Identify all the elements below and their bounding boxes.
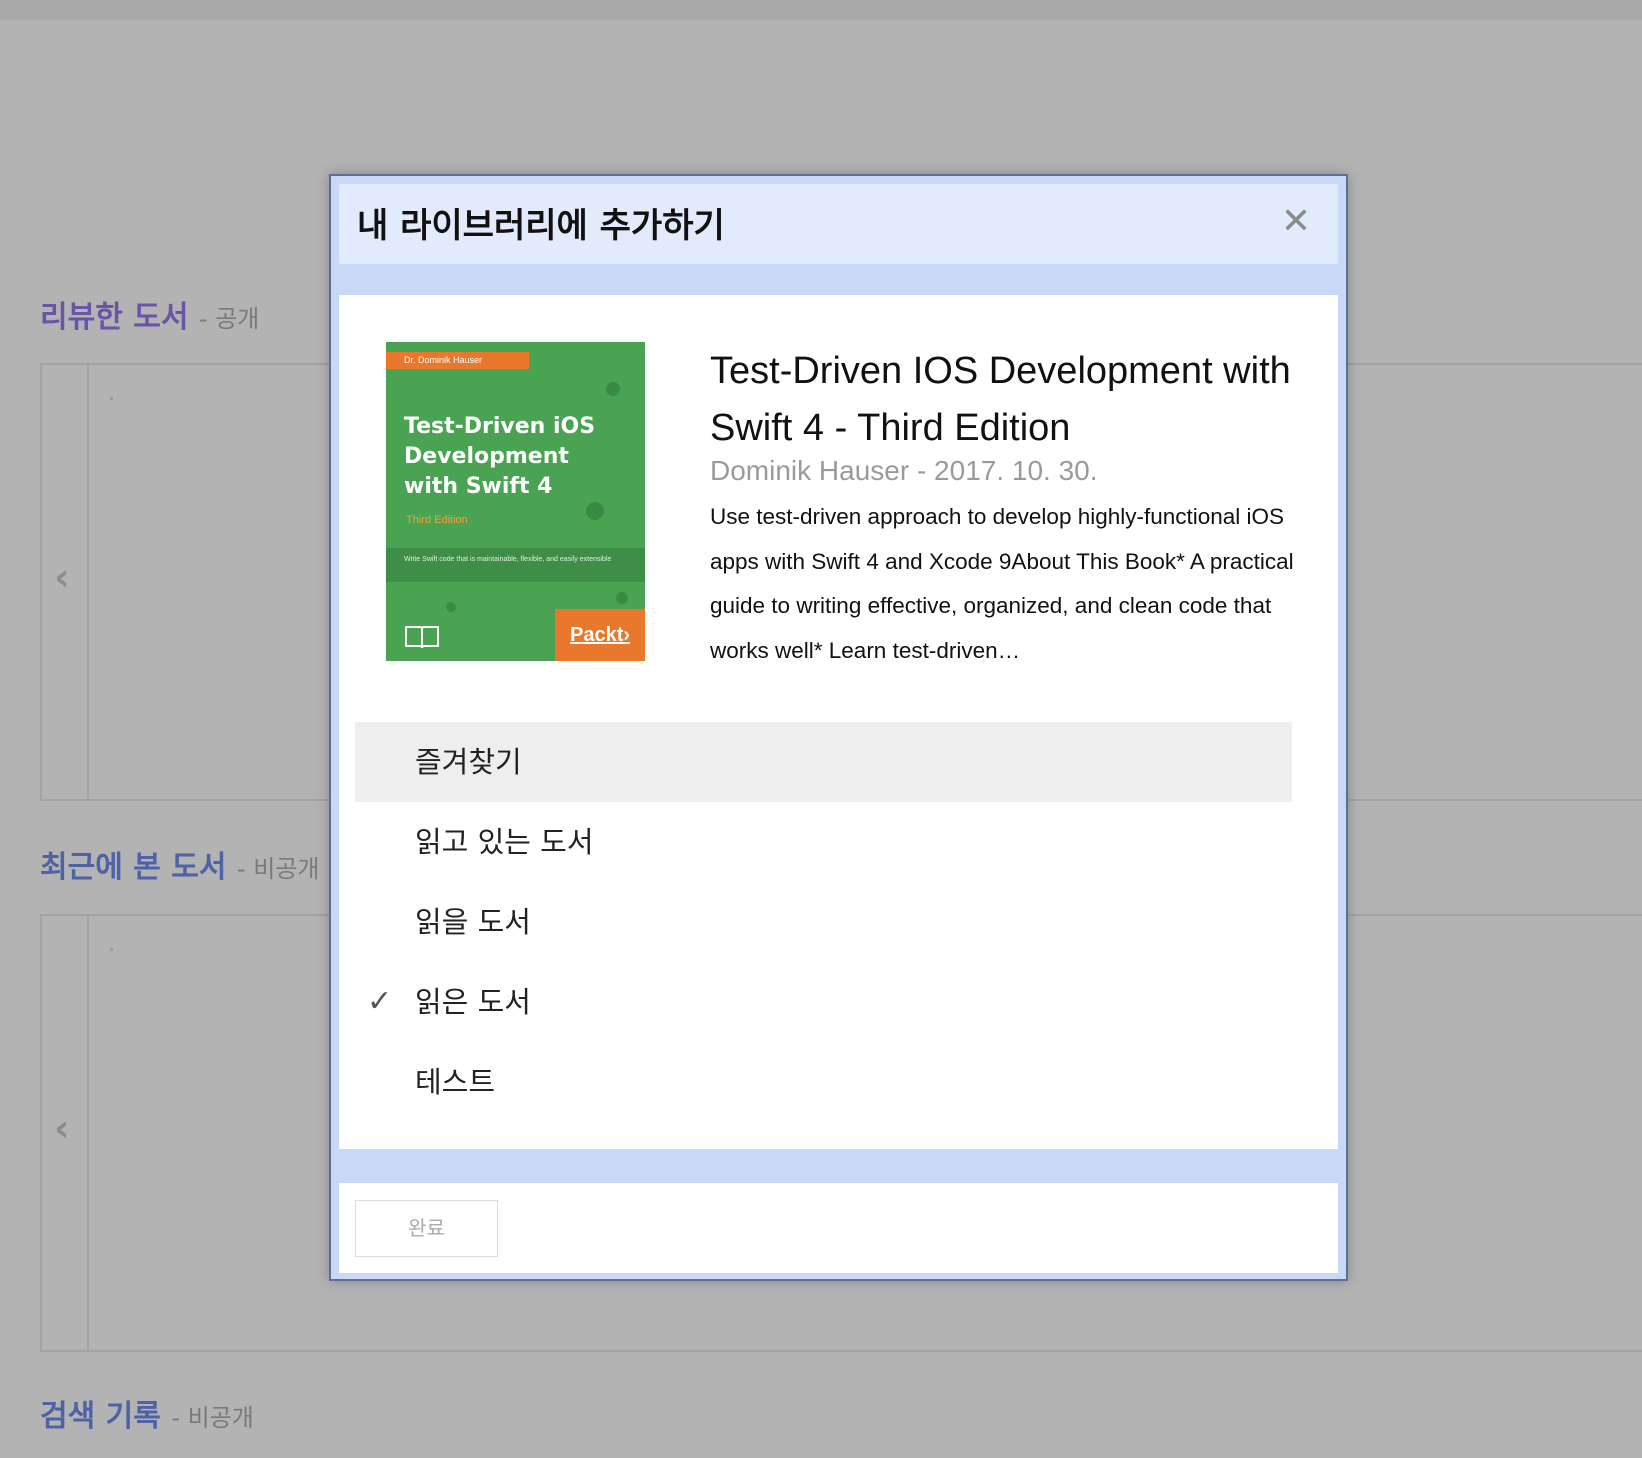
section-title-recent-books: 최근에 본 도서 - 비공개 bbox=[40, 842, 319, 886]
dialog-body: Dr. Dominik Hauser Test-Driven iOS Devel… bbox=[339, 295, 1338, 1149]
shelf-list: 즐겨찾기 읽고 있는 도서 읽을 도서 ✓ 읽은 도서 테스트 bbox=[355, 722, 1292, 1122]
book-cover-image: Dr. Dominik Hauser Test-Driven iOS Devel… bbox=[386, 342, 645, 661]
cover-decoration bbox=[616, 592, 628, 604]
top-bar bbox=[0, 0, 1642, 20]
cover-decoration bbox=[586, 502, 604, 520]
book-title: Test-Driven IOS Development with Swift 4… bbox=[710, 350, 1291, 449]
section-visibility: - 비공개 bbox=[236, 855, 320, 883]
cover-author: Dr. Dominik Hauser bbox=[386, 352, 529, 369]
section-visibility: - 공개 bbox=[198, 305, 260, 333]
chevron-left-icon[interactable]: ‹ bbox=[54, 555, 70, 599]
section-title-text: 리뷰한 도서 bbox=[40, 300, 189, 335]
section-title-reviewed-books: 리뷰한 도서 - 공개 bbox=[40, 292, 259, 336]
done-button[interactable]: 완료 bbox=[355, 1200, 498, 1257]
chevron-left-icon[interactable]: ‹ bbox=[54, 1106, 70, 1150]
section-visibility: - 비공개 bbox=[171, 1404, 254, 1432]
carousel-dot bbox=[110, 948, 113, 951]
shelf-item-label: 읽을 도서 bbox=[415, 905, 531, 939]
cover-decoration bbox=[446, 602, 456, 612]
cover-edition: Third Edition bbox=[406, 514, 468, 526]
carousel-divider bbox=[87, 365, 89, 799]
shelf-item-reading[interactable]: 읽고 있는 도서 bbox=[355, 802, 1292, 882]
cover-decoration bbox=[606, 382, 620, 396]
shelf-item-test[interactable]: 테스트 bbox=[355, 1042, 1292, 1122]
book-meta: Dominik Hauser - 2017. 10. 30. bbox=[710, 455, 1098, 486]
carousel-divider bbox=[87, 916, 89, 1350]
section-title-search-history: 검색 기록 - 비공개 bbox=[40, 1391, 254, 1435]
publisher-logo: Packt› bbox=[555, 609, 645, 661]
shelf-item-label: 읽은 도서 bbox=[415, 985, 531, 1019]
checkmark-icon: ✓ bbox=[367, 984, 393, 1019]
cover-title: Test-Driven iOS Development with Swift 4 bbox=[404, 414, 596, 499]
cover-tagline: Write Swift code that is maintainable, f… bbox=[386, 548, 645, 582]
section-title-text: 최근에 본 도서 bbox=[40, 850, 227, 885]
dialog-header: 내 라이브러리에 추가하기 ✕ bbox=[339, 184, 1338, 264]
dialog-footer: 완료 bbox=[339, 1183, 1338, 1273]
carousel-dot bbox=[110, 397, 113, 400]
dialog-title: 내 라이브러리에 추가하기 bbox=[357, 206, 725, 246]
close-icon[interactable]: ✕ bbox=[1276, 202, 1316, 242]
book-description: Use test-driven approach to develop high… bbox=[710, 504, 1294, 663]
add-to-library-dialog: 내 라이브러리에 추가하기 ✕ Dr. Dominik Hauser Test-… bbox=[329, 174, 1348, 1281]
shelf-item-label: 즐겨찾기 bbox=[415, 745, 522, 779]
open-book-icon bbox=[404, 624, 440, 657]
section-title-text: 검색 기록 bbox=[40, 1399, 161, 1434]
shelf-item-favorites[interactable]: 즐겨찾기 bbox=[355, 722, 1292, 802]
shelf-item-read[interactable]: ✓ 읽은 도서 bbox=[355, 962, 1292, 1042]
shelf-item-label: 테스트 bbox=[415, 1065, 496, 1099]
shelf-item-label: 읽고 있는 도서 bbox=[415, 825, 594, 859]
shelf-item-to-read[interactable]: 읽을 도서 bbox=[355, 882, 1292, 962]
